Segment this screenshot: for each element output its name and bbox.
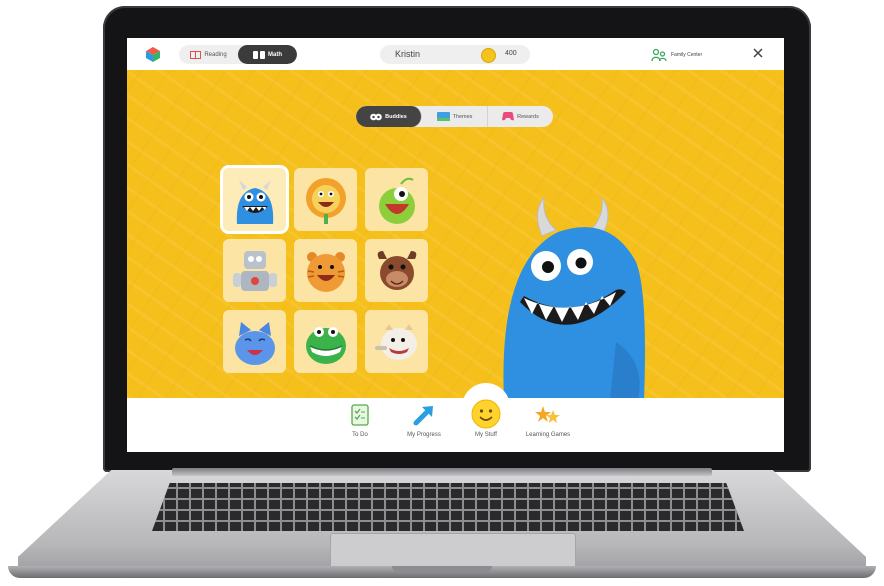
arrow-up-right-icon bbox=[413, 406, 433, 426]
lion-buddy-icon bbox=[305, 177, 346, 224]
laptop-hinge bbox=[172, 468, 712, 476]
family-center-button[interactable]: Family Center bbox=[651, 48, 702, 62]
subject-reading-label: Reading bbox=[204, 51, 227, 58]
game-stars-icon bbox=[535, 406, 560, 423]
buddy-tile-green-alien[interactable] bbox=[365, 168, 428, 231]
tab-rewards[interactable]: Rewards bbox=[488, 106, 553, 127]
top-bar: Reading Math Kristin 400 Family Center bbox=[127, 38, 784, 70]
tab-buddies-label: Buddies bbox=[385, 113, 407, 120]
buddy-tile-moose[interactable] bbox=[365, 239, 428, 302]
my-stuff-tabs: Buddies Themes Rewards bbox=[356, 106, 553, 127]
laptop-keyboard bbox=[152, 483, 744, 531]
tab-buddies[interactable]: Buddies bbox=[356, 106, 422, 127]
family-icon bbox=[651, 48, 667, 62]
coin-count: 400 bbox=[505, 50, 517, 57]
tab-themes-label: Themes bbox=[452, 113, 473, 120]
coin-icon bbox=[481, 48, 496, 63]
tiger-buddy-icon bbox=[306, 251, 345, 292]
tab-themes[interactable]: Themes bbox=[422, 106, 488, 127]
yeti-buddy-icon bbox=[374, 323, 417, 360]
rewards-icon bbox=[502, 112, 515, 121]
subject-math-label: Math bbox=[268, 51, 282, 58]
laptop-trackpad bbox=[330, 533, 576, 567]
laptop-notch bbox=[392, 566, 492, 572]
blue-monster-buddy-icon bbox=[236, 179, 273, 224]
checklist-icon bbox=[351, 404, 369, 426]
dinosaur-buddy-icon bbox=[305, 326, 346, 364]
buddy-tile-robot[interactable] bbox=[223, 239, 286, 302]
student-name-pill[interactable]: Kristin 400 bbox=[380, 45, 530, 64]
buddies-icon bbox=[370, 113, 382, 120]
subject-toggle: Reading Math bbox=[179, 45, 297, 64]
subject-reading[interactable]: Reading bbox=[179, 45, 238, 64]
robot-buddy-icon bbox=[232, 250, 277, 291]
buddy-tile-yeti[interactable] bbox=[365, 310, 428, 373]
buddy-tile-blue-monster[interactable] bbox=[223, 168, 286, 231]
buddy-tile-tiger[interactable] bbox=[294, 239, 357, 302]
book-icon bbox=[190, 50, 202, 59]
green-alien-buddy-icon bbox=[378, 177, 415, 224]
nav-my-stuff[interactable]: My Stuff bbox=[454, 399, 518, 438]
nav-learning-games-label: Learning Games bbox=[525, 432, 571, 438]
math-blocks-icon bbox=[253, 50, 265, 59]
moose-buddy-icon bbox=[377, 250, 416, 290]
blue-cat-buddy-icon bbox=[234, 321, 275, 365]
nav-to-do[interactable]: To Do bbox=[328, 404, 392, 438]
nav-to-do-label: To Do bbox=[352, 432, 368, 438]
buddy-tile-lion[interactable] bbox=[294, 168, 357, 231]
family-center-label: Family Center bbox=[671, 52, 703, 58]
buddy-grid bbox=[223, 168, 428, 373]
featured-buddy-blue-monster bbox=[503, 196, 645, 400]
tab-rewards-label: Rewards bbox=[517, 113, 539, 120]
nav-my-stuff-label: My Stuff bbox=[475, 432, 497, 438]
buddy-tile-dinosaur[interactable] bbox=[294, 310, 357, 373]
app-screen: Reading Math Kristin 400 Family Center B… bbox=[127, 38, 784, 452]
student-name: Kristin bbox=[395, 49, 421, 59]
subject-math[interactable]: Math bbox=[238, 45, 297, 64]
app-logo-icon[interactable] bbox=[145, 46, 161, 62]
buddy-tile-blue-cat[interactable] bbox=[223, 310, 286, 373]
nav-my-progress-label: My Progress bbox=[407, 432, 441, 438]
my-stuff-stage: Buddies Themes Rewards bbox=[127, 70, 784, 400]
smiley-icon bbox=[471, 399, 501, 429]
nav-my-progress[interactable]: My Progress bbox=[392, 404, 456, 438]
close-icon[interactable] bbox=[751, 46, 765, 60]
themes-icon bbox=[436, 112, 450, 121]
nav-learning-games[interactable]: Learning Games bbox=[516, 404, 580, 438]
